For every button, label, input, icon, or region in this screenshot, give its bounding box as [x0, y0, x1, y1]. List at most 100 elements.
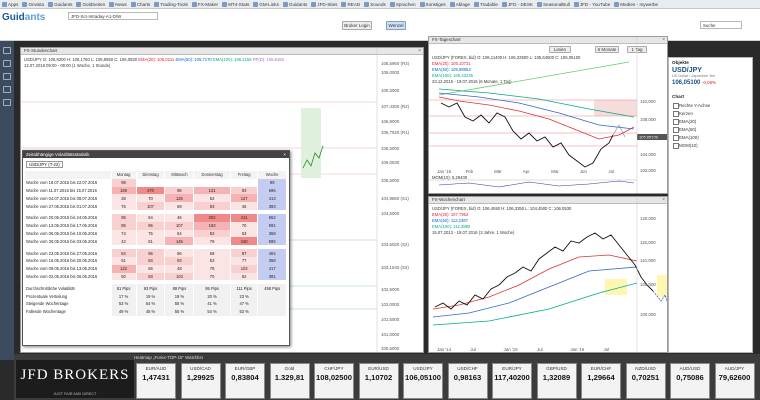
stats-cell: 20 % — [193, 292, 231, 300]
stats-cell: 89 Pips — [164, 284, 195, 293]
ticker-tile[interactable]: AUD/USD 0,75086 — [670, 363, 710, 399]
bookmark-item[interactable]: MT4-Stats — [220, 0, 251, 8]
table-cell: 62 — [193, 194, 231, 203]
ticker-value: 106,05100 — [405, 373, 441, 382]
bookmark-label: JFD - DESK — [507, 1, 533, 7]
bookmark-item[interactable]: JFD - DESK — [500, 0, 535, 8]
ticker-tile[interactable]: USD/CAD 1,29925 — [180, 363, 221, 399]
settings-icon[interactable] — [3, 99, 11, 106]
table-cell: 413 — [257, 194, 287, 203]
bookmark-item[interactable]: JFD-Sites — [309, 0, 339, 8]
ticker-value: 1,47431 — [142, 373, 170, 382]
bookmark-label: Onvista — [28, 1, 45, 7]
watchlist-icon[interactable] — [3, 86, 11, 93]
table-cell: 131 — [193, 186, 231, 195]
bookmark-item[interactable]: GoldSeiten — [74, 0, 107, 8]
ticker-tile[interactable]: AUD/JPY 79,62600 — [714, 363, 755, 399]
x-axis-tick: Apr — [522, 169, 530, 174]
bookmark-item[interactable]: Sounds — [362, 0, 388, 8]
weekly-chart-canvas[interactable] — [429, 197, 668, 353]
news-icon[interactable] — [3, 73, 11, 80]
bookmark-item[interactable]: Trading-Tools — [152, 0, 190, 8]
y-axis-tick: 105,5000 — [381, 178, 400, 183]
bookmark-item[interactable]: Medien - mywerbe — [612, 0, 660, 8]
table-cell: 368 — [257, 229, 287, 238]
table-cell: 145 — [164, 237, 195, 246]
table-row: Woche vom 20.06.2016 bis 24.06.2016 95 54 4… — [25, 213, 287, 222]
bookmark-item[interactable]: Charts — [129, 0, 153, 8]
ticker-tile[interactable]: EUR/CHF 1,29664 — [581, 363, 621, 399]
object-item[interactable]: Rechte Y-Achse — [669, 101, 752, 109]
ticker-tile[interactable]: CHF/JPY 108,02500 — [314, 363, 354, 399]
ticker-tile[interactable]: NZD/USD 0,70251 — [625, 363, 666, 399]
table-cell: 70 — [136, 194, 166, 203]
objects-list: Rechte Y-Achse Kerzen EMA(20) EMA(50) EMA(10… — [669, 101, 752, 149]
bookmark-item[interactable]: Apps — [0, 0, 20, 8]
table-cell: 75 — [136, 229, 166, 238]
ticker-tile[interactable]: EUR/JPY 117,40200 — [492, 363, 532, 399]
folder-icon — [614, 1, 620, 7]
ticker-symbol: EUR/USD — [368, 366, 389, 371]
bookmark-item[interactable]: Onvista — [20, 0, 46, 8]
ticker-symbol: USD/JPY — [413, 366, 433, 371]
ticker-tile[interactable]: GBP/USD 1,32089 — [536, 363, 577, 399]
bookmark-item[interactable]: Tradable — [472, 0, 500, 8]
table-cell: 70 — [230, 221, 259, 230]
folder-icon — [2, 1, 7, 7]
ticker-symbol: EUR/AUD — [145, 366, 167, 371]
y-axis-tick: 106,0530 — [381, 160, 400, 165]
bookmark-item[interactable]: SeasonalBull — [535, 0, 572, 8]
heatmap-title: Heatmap „Forex-TOP-15“ Watchlist — [134, 355, 203, 360]
symbol-select[interactable]: USD/JPY (T-22) — [26, 161, 63, 168]
jfd-logo[interactable]: JFD BROKERS JUST FAIR AND DIRECT — [16, 360, 134, 398]
stats-cell — [257, 299, 287, 308]
bookmark-item[interactable]: Ablage — [448, 0, 472, 8]
ticker-tile[interactable]: EUR/AUD 1,47431 — [136, 363, 176, 399]
object-item[interactable]: EMA(50) — [669, 125, 752, 133]
folder-icon — [474, 1, 479, 7]
active-user-button[interactable]: Wenzel — [386, 21, 406, 30]
folder-icon — [22, 1, 28, 7]
guidants-logo[interactable]: Guidants — [2, 12, 45, 23]
table-cell: 56 — [164, 249, 195, 257]
bookmark-item[interactable]: News — [107, 0, 129, 8]
bookmark-item[interactable]: JFD - YouTube — [572, 0, 612, 8]
stats-cell: 17 % — [111, 292, 137, 300]
broker-login-button[interactable]: Broker Login — [342, 21, 372, 30]
ticker-tile[interactable]: EUR/USD 1,10702 — [358, 363, 399, 399]
bookmark-item[interactable]: FX-Maker — [190, 0, 220, 8]
search-input[interactable]: Suche — [700, 21, 742, 29]
ticker-value: 1,29664 — [587, 373, 615, 382]
x-axis-tick: Feb — [465, 169, 474, 174]
instrument-symbol[interactable]: USD/JPY — [669, 67, 752, 74]
folder-icon — [130, 1, 136, 7]
workspace-select[interactable]: JFD-Scr-Intraday-A1-D/W — [68, 12, 158, 20]
ticker-tile[interactable]: USD/JPY 106,05100 — [403, 363, 443, 399]
stats-cell — [257, 292, 287, 300]
close-icon[interactable]: × — [283, 151, 286, 158]
ticker-tile[interactable]: EUR/GBP 0,83804 — [225, 363, 265, 399]
bookmark-item[interactable]: GM-Links — [251, 0, 281, 8]
y-axis-tick: 101,0000 — [381, 332, 400, 337]
bookmark-label: Sounds — [370, 1, 386, 7]
y-axis-tick: 100,000 — [640, 312, 656, 317]
charts-icon[interactable] — [3, 60, 11, 67]
bookmark-item[interactable]: Guidants — [281, 0, 309, 8]
object-item[interactable]: Kerzen — [669, 109, 752, 117]
home-icon[interactable] — [3, 47, 11, 54]
bookmark-item[interactable]: Sprachen — [388, 0, 418, 8]
bookmark-item[interactable]: Guidants — [46, 0, 74, 8]
object-item[interactable]: EMA(100) — [669, 133, 752, 141]
table-cell: 96 — [164, 186, 195, 195]
table-cell: 211 — [230, 213, 259, 222]
ticker-tile[interactable]: Gold 1.329,81 — [269, 363, 310, 399]
bookmark-item[interactable]: Sonstiges — [418, 0, 448, 8]
ticker-tile[interactable]: USD/CHF 0,98163 — [447, 363, 488, 399]
table-cell: 93 — [136, 272, 166, 281]
object-item[interactable]: MOM(10) — [669, 141, 752, 149]
object-item[interactable]: EMA(20) — [669, 117, 752, 125]
bookmark-item[interactable]: READ — [339, 0, 362, 8]
table-cell: 595 — [257, 237, 287, 246]
table-cell: 46 — [230, 202, 259, 210]
bookmark-label: Medien - mywerbe — [620, 1, 659, 7]
